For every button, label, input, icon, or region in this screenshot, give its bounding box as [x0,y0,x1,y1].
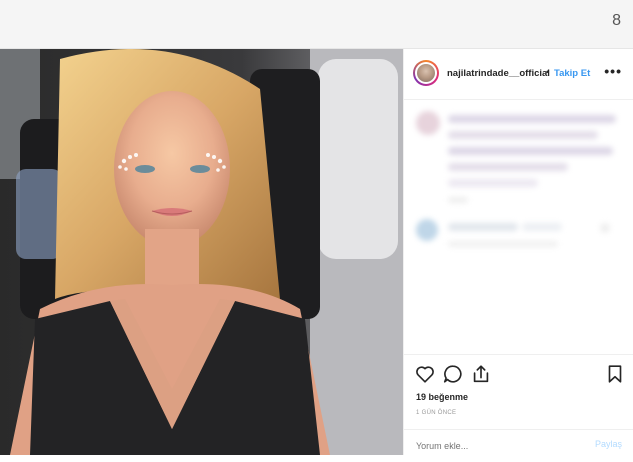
post-photo[interactable] [0,49,403,455]
comments-area[interactable] [404,99,633,354]
post-header: najilatrindade__official • Takip Et ••• [404,49,633,100]
blurred-avatar [416,111,440,135]
blurred-text [522,223,562,231]
username-link[interactable]: najilatrindade__official [447,68,550,79]
blurred-text [448,179,538,187]
heart-icon[interactable] [414,363,436,385]
share-icon[interactable] [470,363,492,385]
post-comment-button[interactable]: Paylaş [595,439,622,449]
selfie-photo [0,49,403,455]
blurred-text [448,115,616,123]
blurred-avatar [416,219,438,241]
follow-button[interactable]: Takip Et [554,68,590,79]
blurred-heart [600,223,610,233]
blurred-text [448,197,468,203]
avatar-ring-inner [415,62,437,84]
post-timestamp: 1 GÜN ÖNCE [416,410,457,416]
browser-top-bar: 8 [0,0,633,49]
bookmark-icon[interactable] [604,363,626,385]
blurred-text [448,147,613,155]
likes-count[interactable]: 19 beğenme [416,392,468,402]
separator-dot: • [546,67,550,78]
more-options-icon[interactable]: ••• [604,63,622,79]
avatar[interactable] [413,60,439,86]
comment-icon[interactable] [442,363,464,385]
comment-input[interactable] [416,439,576,453]
post-actions: 19 beğenme 1 GÜN ÖNCE Paylaş [404,354,633,455]
page-number: 8 [612,12,621,29]
post-side-panel: najilatrindade__official • Takip Et ••• … [403,49,633,455]
blurred-text [448,131,598,139]
blurred-text [448,241,558,247]
blurred-text [448,163,568,171]
blurred-text [448,223,518,231]
comment-composer: Paylaş [404,429,633,462]
avatar-image [417,64,435,82]
